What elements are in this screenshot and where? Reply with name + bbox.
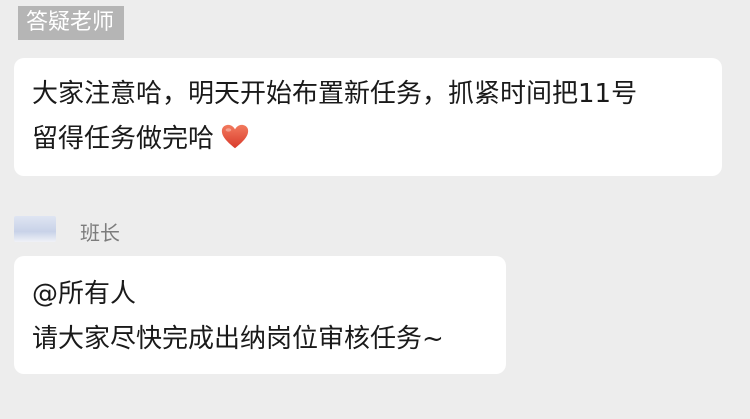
avatar[interactable] (14, 216, 56, 242)
sender-name-label: 答疑老师 (18, 6, 125, 40)
message-line: @所有人 (32, 279, 137, 309)
message-bubble[interactable]: 大家注意哈，明天开始布置新任务，抓紧时间把11号 留得任务做完哈 (14, 58, 722, 176)
message-line: 请大家尽快完成出纳岗位审核任务~ (32, 324, 444, 354)
message-line-text: 留得任务做完哈 (32, 124, 215, 154)
message-bubble[interactable]: @所有人 请大家尽快完成出纳岗位审核任务~ (14, 256, 506, 374)
message-line: 留得任务做完哈 (32, 117, 704, 162)
message-line: 大家注意哈，明天开始布置新任务，抓紧时间把11号 (32, 79, 638, 109)
heart-icon (220, 122, 250, 152)
sender-name-text: 答疑老师 (26, 10, 115, 35)
sender-name: 班长 (80, 221, 120, 245)
